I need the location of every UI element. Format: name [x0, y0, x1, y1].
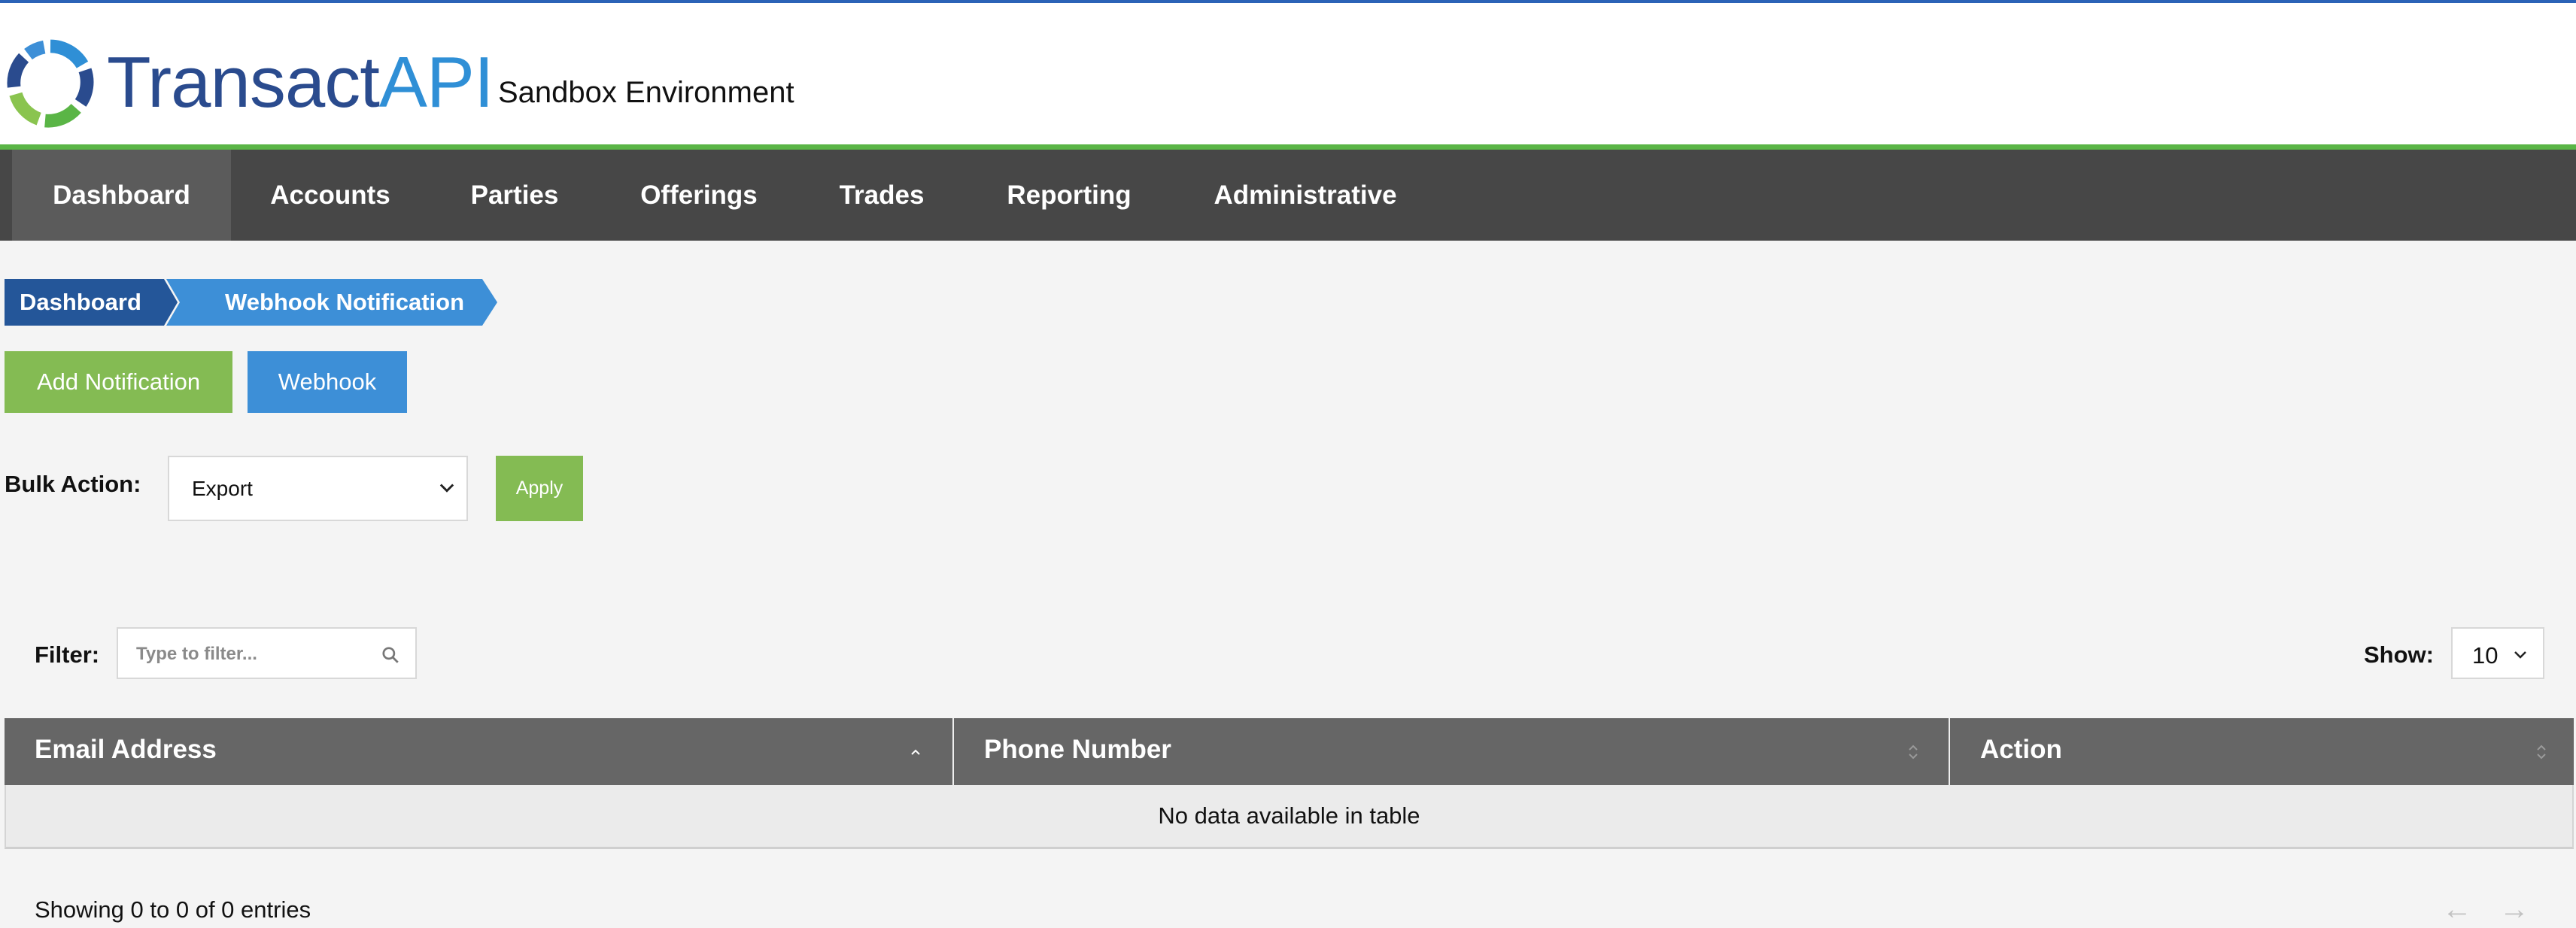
chevron-down-icon — [2514, 651, 2526, 659]
header-accent-bar — [0, 144, 2576, 150]
column-header-phone[interactable]: Phone Number — [954, 718, 1950, 785]
main-nav: Dashboard Accounts Parties Offerings Tra… — [0, 150, 2576, 241]
previous-page-arrow-icon[interactable]: ← — [2442, 893, 2472, 926]
nav-item-administrative[interactable]: Administrative — [1173, 150, 1438, 241]
filter-placeholder: Type to filter... — [136, 644, 257, 664]
nav-item-reporting[interactable]: Reporting — [965, 150, 1173, 241]
nav-item-accounts[interactable]: Accounts — [231, 150, 430, 241]
filter-input[interactable]: Type to filter... — [117, 627, 417, 679]
sort-both-icon — [2537, 745, 2546, 760]
search-icon — [382, 647, 399, 663]
next-page-arrow-icon[interactable]: → — [2499, 893, 2529, 926]
column-label-action: Action — [1980, 735, 2062, 764]
app-header: TransactAPI Sandbox Environment — [0, 3, 2576, 146]
brand-name: TransactAPI — [107, 38, 494, 128]
bulk-action-label: Bulk Action: — [5, 471, 141, 497]
table-header: Email Address Phone Number Action — [5, 718, 2574, 785]
sort-ascending-icon — [911, 749, 920, 755]
add-notification-button[interactable]: Add Notification — [5, 351, 232, 413]
brand-name-part1: Transact — [107, 42, 380, 123]
column-label-email: Email Address — [35, 735, 217, 764]
breadcrumb-dashboard[interactable]: Dashboard — [5, 279, 178, 326]
nav-item-trades[interactable]: Trades — [798, 150, 965, 241]
column-label-phone: Phone Number — [984, 735, 1171, 764]
bulk-action-select[interactable]: Export — [168, 456, 468, 521]
webhook-button[interactable]: Webhook — [248, 351, 407, 413]
bulk-action-value: Export — [192, 477, 253, 500]
breadcrumb-webhook-notification[interactable]: Webhook Notification — [166, 279, 497, 326]
brand-name-part2: API — [378, 42, 494, 123]
empty-table-row: No data available in table — [5, 785, 2574, 849]
nav-item-dashboard[interactable]: Dashboard — [12, 150, 231, 241]
environment-label: Sandbox Environment — [498, 76, 794, 109]
page-length-value: 10 — [2472, 642, 2499, 669]
transactapi-logo-icon — [7, 39, 94, 128]
page-length-select[interactable]: 10 — [2451, 627, 2544, 679]
chevron-down-icon — [439, 484, 454, 493]
apply-button[interactable]: Apply — [496, 456, 583, 521]
nav-item-offerings[interactable]: Offerings — [600, 150, 798, 241]
show-label: Show: — [2364, 641, 2434, 668]
column-header-email[interactable]: Email Address — [5, 718, 954, 785]
sort-both-icon — [1909, 745, 1918, 760]
nav-item-parties[interactable]: Parties — [430, 150, 600, 241]
table-info: Showing 0 to 0 of 0 entries — [35, 896, 311, 923]
filter-label: Filter: — [35, 641, 100, 668]
column-header-action[interactable]: Action — [1950, 718, 2574, 785]
